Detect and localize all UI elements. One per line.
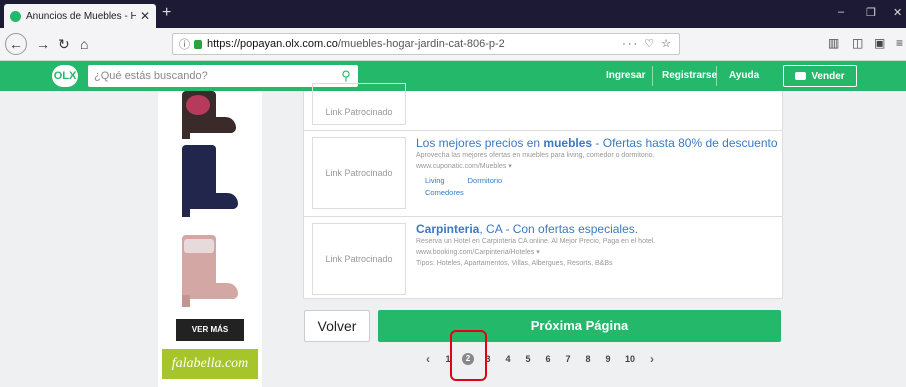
sidebar-icon[interactable]: ◫ — [852, 36, 863, 50]
list-item: Link Patrocinado Carpinteria, CA - Con o… — [304, 217, 782, 299]
ad-content: Carpinteria, CA - Con ofertas especiales… — [416, 222, 780, 269]
sitelink-comedores[interactable]: Comedores — [425, 188, 464, 197]
ad-title-link[interactable]: Carpinteria, CA - Con ofertas especiales… — [416, 222, 780, 236]
divider — [716, 66, 717, 86]
page-link[interactable]: 7 — [558, 354, 578, 364]
page-actions-icon[interactable]: ··· ♡ ☆ — [622, 37, 673, 50]
olx-logo[interactable]: OLX — [52, 65, 78, 87]
boot-image — [168, 91, 236, 139]
ad-url[interactable]: www.booking.com/Carpinteria/Hoteles ▾ — [416, 248, 780, 258]
ad-placeholder-label: Link Patrocinado — [325, 254, 393, 264]
ad-placeholder: Link Patrocinado — [312, 83, 406, 125]
falabella-logo[interactable]: falabella.com — [162, 349, 258, 379]
menu-icon[interactable]: ≡ — [896, 36, 903, 50]
banner-ad[interactable]: VER MÁS falabella.com — [158, 91, 262, 387]
page-link[interactable]: 3 — [478, 354, 498, 364]
tab-title: Anuncios de Muebles - Hogar — [26, 10, 136, 22]
sell-button[interactable]: Vender — [783, 65, 857, 87]
browser-nav-bar: ← → ↻ ⌂ ⓘ https://popayan.olx.com.co /mu… — [0, 28, 906, 61]
page-link[interactable]: 9 — [598, 354, 618, 364]
list-item: Link Patrocinado Los mejores precios en … — [304, 131, 782, 217]
page-link[interactable]: 6 — [538, 354, 558, 364]
screenshot-icon[interactable]: ▣ — [874, 36, 885, 50]
browser-tab-strip: Anuncios de Muebles - Hogar ✕ + – ❐ ✕ — [0, 0, 906, 28]
page-link-current[interactable]: 2 — [458, 353, 478, 365]
ad-placeholder: Link Patrocinado — [312, 223, 406, 295]
ad-extra: Tipos: Hoteles, Apartamentos, Villas, Al… — [416, 260, 613, 267]
url-path: /muebles-hogar-jardin-cat-806-p-2 — [337, 38, 505, 50]
browser-tab[interactable]: Anuncios de Muebles - Hogar ✕ — [4, 4, 156, 28]
search-icon[interactable]: ⚲ — [334, 68, 358, 84]
reload-icon[interactable]: ↻ — [58, 35, 70, 53]
back-button[interactable]: Volver — [304, 310, 370, 342]
ad-content: Los mejores precios en muebles - Ofertas… — [416, 136, 780, 198]
search-input[interactable] — [88, 70, 334, 82]
sell-button-label: Vender — [811, 70, 845, 82]
sitelink-living[interactable]: Living — [425, 176, 445, 185]
page-link[interactable]: 5 — [518, 354, 538, 364]
lock-icon — [194, 39, 202, 49]
url-bar[interactable]: ⓘ https://popayan.olx.com.co /muebles-ho… — [172, 33, 680, 55]
divider — [652, 66, 653, 86]
boot-image — [168, 235, 238, 311]
close-tab-icon[interactable]: ✕ — [140, 9, 150, 23]
list-item: Link Patrocinado — [304, 83, 782, 131]
library-icon[interactable]: ▥ — [828, 36, 839, 50]
sponsored-results: Link Patrocinado Link Patrocinado Los me… — [303, 83, 783, 299]
ad-placeholder: Link Patrocinado — [312, 137, 406, 209]
camera-icon — [795, 72, 807, 80]
back-arrow-icon[interactable]: ← — [5, 33, 27, 55]
site-header: OLX ⚲ Ingresar Registrarse Ayuda Vender — [0, 61, 906, 91]
ad-placeholder-label: Link Patrocinado — [325, 168, 393, 178]
info-icon[interactable]: ⓘ — [179, 36, 190, 52]
restore-icon[interactable]: ❐ — [866, 6, 876, 19]
page-link[interactable]: 10 — [618, 354, 642, 364]
help-link[interactable]: Ayuda — [729, 70, 759, 81]
new-tab-button[interactable]: + — [162, 4, 171, 22]
ad-description: Aprovecha las mejores ofertas en muebles… — [416, 152, 655, 159]
olx-favicon-icon — [10, 10, 21, 22]
ad-url[interactable]: www.cuponatic.com/Muebles ▾ — [416, 162, 780, 172]
next-page-icon[interactable]: › — [642, 352, 662, 366]
minimize-icon[interactable]: – — [838, 6, 844, 18]
login-link[interactable]: Ingresar — [606, 70, 645, 81]
page-link[interactable]: 8 — [578, 354, 598, 364]
register-link[interactable]: Registrarse — [662, 70, 717, 81]
forward-arrow-icon[interactable]: → — [36, 35, 50, 53]
next-page-button[interactable]: Próxima Página — [378, 310, 781, 342]
see-more-button[interactable]: VER MÁS — [176, 319, 244, 341]
boot-image — [168, 145, 238, 221]
home-icon[interactable]: ⌂ — [80, 35, 88, 53]
page-link[interactable]: 1 — [438, 354, 458, 364]
pagination: ‹ 1 2 3 4 5 6 7 8 9 10 › — [418, 352, 662, 366]
url-domain: https://popayan.olx.com.co — [207, 38, 338, 50]
ad-title-link[interactable]: Los mejores precios en muebles - Ofertas… — [416, 136, 780, 150]
ad-description: Reserva un Hotel en Carpinteria CA onlin… — [416, 238, 656, 245]
page-link[interactable]: 4 — [498, 354, 518, 364]
ad-placeholder-label: Link Patrocinado — [325, 107, 393, 117]
prev-page-icon[interactable]: ‹ — [418, 352, 438, 366]
close-window-icon[interactable]: ✕ — [893, 6, 902, 19]
sitelink-dormitorio[interactable]: Dormitorio — [468, 176, 503, 185]
ad-sitelinks: Living Dormitorio Comedores — [416, 174, 576, 198]
